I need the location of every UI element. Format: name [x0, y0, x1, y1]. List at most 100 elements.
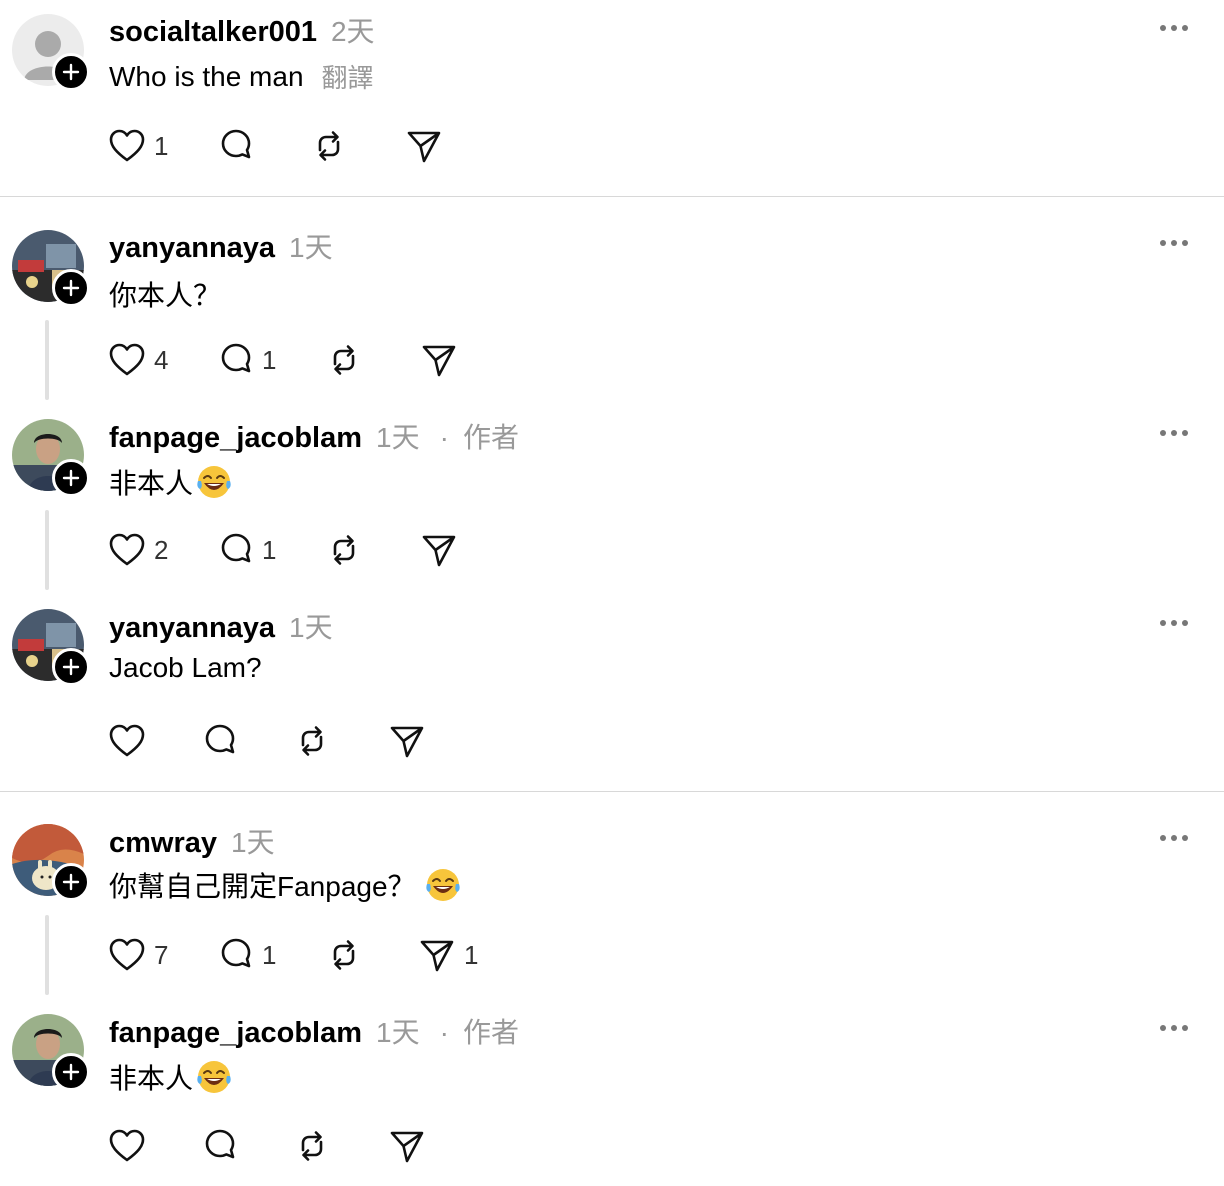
username[interactable]: socialtalker001	[109, 16, 317, 49]
share-count: 1	[464, 939, 479, 970]
comment-header: cmwray 1天	[109, 821, 275, 861]
reply-button[interactable]: 1	[218, 532, 326, 568]
heart-icon	[109, 724, 145, 757]
reply-button[interactable]	[202, 1128, 294, 1164]
more-dots-icon[interactable]	[1160, 619, 1188, 627]
comment-bubble-icon	[221, 938, 251, 968]
like-button[interactable]: 4	[108, 342, 218, 378]
repost-icon	[301, 726, 323, 756]
comment-bubble-icon	[221, 343, 251, 373]
timestamp: 1天	[376, 422, 420, 453]
action-bar: 7 1 1	[108, 935, 478, 975]
comment-item: socialtalker001 2天 Who is the man 翻譯 1	[0, 0, 1224, 196]
timestamp: 1天	[231, 827, 275, 858]
like-button[interactable]: 2	[108, 532, 218, 568]
thread-line	[45, 320, 49, 400]
reply-button[interactable]: 1	[218, 937, 326, 973]
heart-icon	[109, 129, 145, 162]
author-badge: 作者	[462, 1017, 519, 1048]
share-button[interactable]	[388, 1128, 426, 1164]
send-icon	[390, 726, 424, 758]
thread-line	[45, 915, 49, 995]
share-button[interactable]	[420, 532, 458, 568]
heart-icon	[109, 1129, 145, 1162]
comment-header: fanpage_jacoblam 1天 · 作者	[109, 1011, 519, 1051]
username[interactable]: yanyannaya	[109, 612, 275, 645]
comment-bubble-icon	[205, 724, 235, 754]
repost-button[interactable]	[294, 1128, 388, 1164]
comment-header: socialtalker001 2天	[109, 10, 375, 50]
share-button[interactable]	[405, 128, 443, 164]
send-icon	[422, 535, 456, 567]
like-count: 4	[154, 344, 169, 375]
action-bar	[108, 721, 426, 761]
divider	[0, 791, 1224, 792]
comment-text: 你本人？	[109, 274, 221, 314]
reply-count: 1	[262, 534, 277, 565]
reply-button[interactable]	[202, 723, 294, 759]
action-bar: 1	[108, 126, 443, 166]
comment-body: 你幫自己開定Fanpage？	[109, 871, 416, 902]
like-button[interactable]: 1	[108, 128, 218, 164]
comment-bubble-icon	[205, 1129, 235, 1159]
like-button[interactable]	[108, 723, 202, 759]
follow-plus-icon[interactable]	[52, 53, 90, 91]
comment-item: fanpage_jacoblam 1天 · 作者 非本人	[0, 999, 1224, 1186]
reply-count: 1	[262, 344, 277, 375]
repost-icon	[333, 940, 355, 970]
like-button[interactable]: 7	[108, 937, 218, 973]
like-button[interactable]	[108, 1128, 202, 1164]
username[interactable]: fanpage_jacoblam	[109, 1017, 362, 1050]
comment-item: fanpage_jacoblam 1天 · 作者 非本人 2 1	[0, 404, 1224, 594]
follow-plus-icon[interactable]	[52, 863, 90, 901]
action-bar	[108, 1126, 426, 1166]
repost-button[interactable]	[326, 532, 420, 568]
more-dots-icon[interactable]	[1160, 834, 1188, 842]
comment-item: yanyannaya 1天 你本人？ 4 1	[0, 214, 1224, 404]
comment-header: fanpage_jacoblam 1天 · 作者	[109, 416, 519, 456]
comment-body: 非本人	[109, 468, 194, 499]
repost-button[interactable]	[311, 128, 405, 164]
like-count: 2	[154, 534, 169, 565]
repost-button[interactable]	[326, 937, 418, 973]
share-button[interactable]	[420, 342, 458, 378]
username[interactable]: cmwray	[109, 827, 217, 860]
repost-icon	[333, 535, 355, 565]
more-dots-icon[interactable]	[1160, 429, 1188, 437]
more-dots-icon[interactable]	[1160, 239, 1188, 247]
reply-count: 1	[262, 939, 277, 970]
follow-plus-icon[interactable]	[52, 459, 90, 497]
username[interactable]: fanpage_jacoblam	[109, 422, 362, 455]
comment-header: yanyannaya 1天	[109, 606, 333, 646]
comment-text: 非本人	[109, 462, 233, 502]
reply-button[interactable]: 1	[218, 342, 326, 378]
more-dots-icon[interactable]	[1160, 1024, 1188, 1032]
translate-link[interactable]: 翻譯	[322, 58, 374, 95]
share-button[interactable]	[388, 723, 426, 759]
heart-icon	[109, 533, 145, 566]
laughing-tears-emoji	[197, 466, 231, 498]
follow-plus-icon[interactable]	[52, 1053, 90, 1091]
more-dots-icon[interactable]	[1160, 24, 1188, 32]
comment-bubble-icon	[221, 533, 251, 563]
comment-text: Jacob Lam?	[109, 652, 262, 684]
heart-icon	[109, 938, 145, 971]
comment-body: Jacob Lam?	[109, 652, 262, 683]
like-count: 7	[154, 939, 169, 970]
comment-text: Who is the man 翻譯	[109, 58, 374, 95]
send-icon	[390, 1131, 424, 1163]
heart-icon	[109, 343, 145, 376]
follow-plus-icon[interactable]	[52, 269, 90, 307]
comment-item: yanyannaya 1天 Jacob Lam?	[0, 594, 1224, 790]
username[interactable]: yanyannaya	[109, 232, 275, 265]
divider	[0, 196, 1224, 197]
timestamp: 2天	[330, 16, 375, 47]
laughing-tears-emoji	[425, 869, 460, 901]
repost-button[interactable]	[326, 342, 420, 378]
reply-button[interactable]	[218, 128, 311, 164]
comment-text: 非本人	[109, 1057, 233, 1097]
share-button[interactable]: 1	[418, 937, 478, 973]
follow-plus-icon[interactable]	[52, 648, 90, 686]
repost-button[interactable]	[294, 723, 388, 759]
timestamp: 1天	[289, 232, 333, 263]
